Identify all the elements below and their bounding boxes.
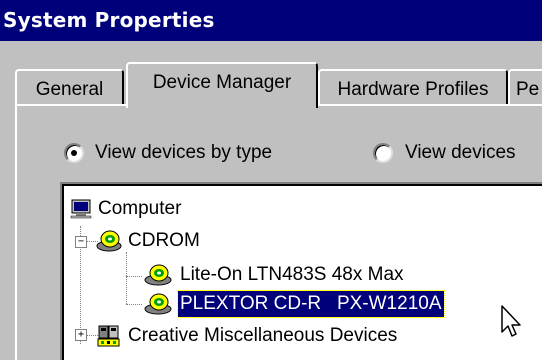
view-by-type-label[interactable]: View devices by type (95, 142, 272, 164)
tree-item-computer[interactable]: Computer (62, 196, 362, 222)
view-by-connection-radio[interactable] (373, 143, 393, 163)
device-tree[interactable]: Computer − CDROM Lite-On LTN483S 48x Max… (60, 182, 542, 360)
radio-selected-dot (71, 150, 77, 156)
tree-item-label: CDROM (128, 230, 200, 251)
tree-item-lite-on-drive[interactable]: Lite-On LTN483S 48x Max (62, 262, 542, 288)
view-by-type-radio[interactable] (64, 143, 84, 163)
tab-performance-label: Pe (516, 79, 540, 100)
tab-performance[interactable]: Pe (508, 69, 542, 106)
tab-hardware-profiles-label: Hardware Profiles (337, 79, 489, 100)
tree-item-label: Computer (98, 198, 182, 219)
mouse-pointer-icon (501, 305, 521, 337)
tree-item-cdrom[interactable]: CDROM (62, 228, 362, 254)
computer-icon (70, 199, 92, 219)
tree-item-label: Lite-On LTN483S 48x Max (180, 264, 404, 285)
view-by-connection-label[interactable]: View devices (405, 142, 516, 164)
tab-hardware-profiles[interactable]: Hardware Profiles (318, 69, 508, 106)
window-title: System Properties (3, 8, 215, 32)
tree-item-creative-misc[interactable]: Creative Miscellaneous Devices (62, 323, 542, 349)
cdrom-drive-icon (144, 293, 172, 315)
tree-item-label: Creative Miscellaneous Devices (128, 325, 398, 346)
devices-icon (97, 325, 120, 347)
tab-device-manager[interactable]: Device Manager (126, 62, 318, 108)
tab-general-label: General (35, 79, 104, 100)
cdrom-icon (96, 230, 122, 252)
panel-left-edge (15, 104, 17, 360)
tree-item-plextor-drive[interactable]: PLEXTOR CD-R PX-W1210A (62, 290, 542, 318)
tree-item-label-selected: PLEXTOR CD-R PX-W1210A (177, 290, 445, 318)
cdrom-drive-icon (144, 264, 172, 286)
tab-device-manager-label: Device Manager (152, 72, 292, 93)
tab-general[interactable]: General (15, 69, 124, 106)
window-title-bar[interactable]: System Properties (0, 0, 542, 41)
